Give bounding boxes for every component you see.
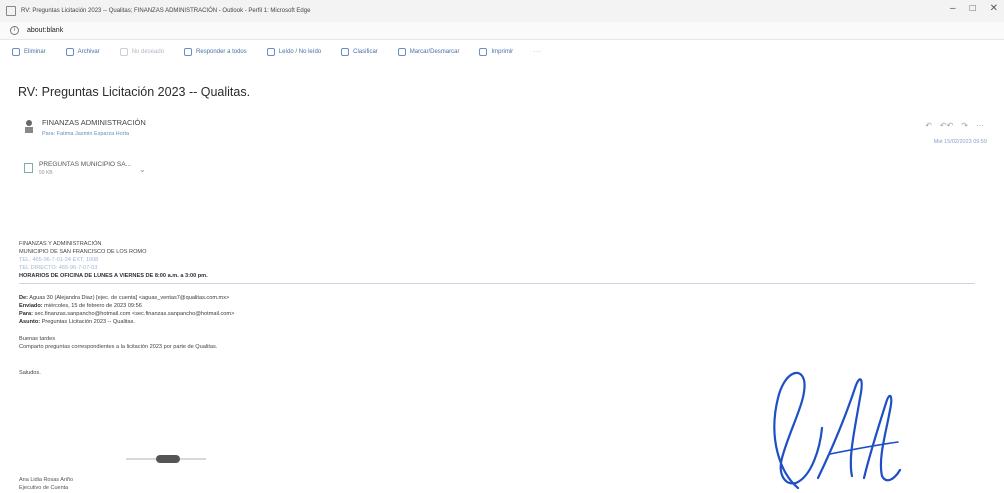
print-button[interactable]: Imprimir (479, 48, 513, 56)
delete-button[interactable]: Eliminar (12, 48, 46, 56)
attachment-card[interactable]: PREGUNTAS MUNICIPIO SA... 59 KB ⌄ (24, 161, 146, 176)
representative: Ana Lidia Rosas Ariño Ejecutivo de Cuent… (19, 476, 73, 492)
representative-name: Ana Lidia Rosas Ariño (19, 477, 74, 483)
browser-title-bar: RV: Preguntas Licitación 2023 -- Qualita… (0, 0, 1004, 22)
message-date: Mié 15/02/2023 09:59 (933, 139, 987, 145)
forward-to: Para: sec.finanzas.sanpancho@hotmail.com… (19, 311, 235, 317)
reply-all-icon[interactable]: ↶↶ (940, 121, 953, 130)
message-toolbar: Eliminar Archivar No deseado Responder a… (0, 42, 1004, 62)
forward-from: De: Aguas 30 (Alejandra Diaz) [ejec. de … (19, 295, 230, 301)
signature-office-hours: HORARIOS DE OFICINA DE LUNES A VIERNES D… (19, 273, 208, 279)
attachment-name: PREGUNTAS MUNICIPIO SA... (39, 161, 131, 168)
address-bar[interactable]: i about:blank (0, 22, 1004, 40)
page-icon (6, 6, 16, 16)
flag-button[interactable]: Marcar/Desmarcar (397, 48, 459, 56)
window-title: RV: Preguntas Licitación 2023 -- Qualita… (21, 8, 311, 14)
signature-line: FINANZAS Y ADMINISTRACIÓN (19, 241, 102, 247)
email-subject: RV: Preguntas Licitación 2023 -- Qualita… (18, 85, 251, 99)
printer-icon (479, 48, 488, 56)
junk-button[interactable]: No deseado (119, 48, 164, 56)
minimize-button[interactable]: – (950, 3, 956, 14)
block-icon (119, 48, 128, 56)
message-text: Comparto preguntas correspondientes a la… (19, 344, 218, 350)
reply-all-icon (184, 48, 193, 56)
categorize-button[interactable]: Clasificar (341, 48, 378, 56)
envelope-icon (266, 48, 275, 56)
signature-phone: TEL DIRECTO: 465-96-7-07-03 (19, 265, 98, 271)
attachment-size: 59 KB (39, 170, 53, 176)
company-logo-image (126, 455, 206, 463)
signature-phone: TEL: 465-96-7-01-24 EXT. 1008 (19, 257, 99, 263)
chevron-down-icon[interactable]: ⌄ (139, 165, 146, 174)
trash-icon (12, 48, 20, 56)
forward-subject: Asunto: Preguntas Licitación 2023 -- Qua… (19, 319, 135, 325)
tag-icon (341, 48, 350, 56)
reply-all-button[interactable]: Responder a todos (184, 48, 247, 56)
more-actions-icon[interactable]: ··· (976, 121, 984, 130)
representative-title: Ejecutivo de Cuenta (19, 485, 69, 491)
forward-icon[interactable]: ↷ (961, 121, 968, 130)
recipient-line: Para: Fatima Jasmin Esparza Horta (42, 131, 130, 137)
flag-icon (397, 48, 406, 56)
sender-avatar-icon (25, 120, 33, 133)
close-button[interactable]: ✕ (990, 3, 998, 14)
maximize-button[interactable]: □ (970, 3, 976, 14)
window-controls: – □ ✕ (950, 3, 998, 14)
greeting: Buenas tardes (19, 336, 56, 342)
sender-name[interactable]: FINANZAS ADMINISTRACIÓN (42, 118, 146, 127)
message-actions: ↶ ↶↶ ↷ ··· (925, 121, 984, 130)
handwritten-signature-image (773, 371, 902, 490)
forward-sent: Enviado: miércoles, 15 de febrero de 202… (19, 303, 142, 309)
address-url[interactable]: about:blank (27, 27, 63, 34)
document-icon (24, 163, 33, 173)
more-options-button[interactable]: ··· (533, 49, 542, 55)
signature-line: MUNICIPIO DE SAN FRANCISCO DE LOS ROMO (19, 249, 147, 255)
info-icon[interactable]: i (10, 26, 19, 35)
divider (19, 283, 975, 284)
email-body: FINANZAS Y ADMINISTRACIÓN MUNICIPIO DE S… (19, 240, 979, 377)
archive-button[interactable]: Archivar (65, 48, 100, 56)
archive-icon (65, 48, 74, 56)
read-unread-button[interactable]: Leído / No leído (266, 48, 321, 56)
reply-icon[interactable]: ↶ (925, 121, 932, 130)
